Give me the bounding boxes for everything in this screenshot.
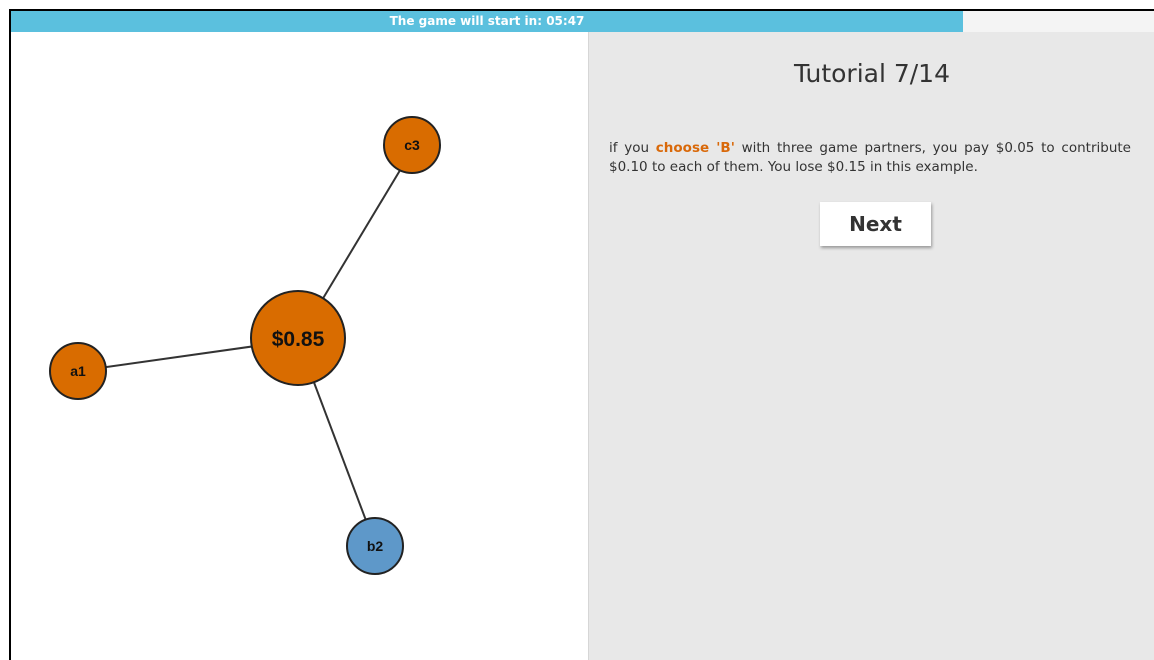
countdown-bar: The game will start in: 05:47	[11, 11, 1154, 32]
instruction-choice-highlight: choose 'B'	[655, 140, 735, 156]
next-button[interactable]: Next	[820, 202, 931, 246]
node-self-center[interactable]: $0.85	[250, 290, 346, 386]
tutorial-title: Tutorial 7/14	[794, 59, 950, 88]
node-b2[interactable]: b2	[346, 517, 404, 575]
tutorial-instruction-text: if you choose 'B' with three game partne…	[609, 139, 1131, 177]
network-graph-svg: c3 a1 b2 $0.85	[49, 116, 441, 575]
node-a1-label: a1	[70, 363, 86, 379]
node-a1[interactable]: a1	[49, 342, 107, 400]
instruction-text-start: if you	[609, 140, 656, 156]
countdown-label: The game will start in: 05:47	[389, 14, 585, 28]
game-window: The game will start in: 05:47 c3 a1 b2 $…	[9, 9, 1154, 660]
node-center-payoff-label: $0.85	[272, 328, 325, 351]
node-c3[interactable]: c3	[383, 116, 441, 174]
tutorial-panel: Tutorial 7/14 if you choose 'B' with thr…	[588, 32, 1154, 660]
node-c3-label: c3	[404, 137, 420, 153]
network-graph: c3 a1 b2 $0.85	[11, 32, 587, 660]
node-b2-label: b2	[367, 538, 384, 554]
